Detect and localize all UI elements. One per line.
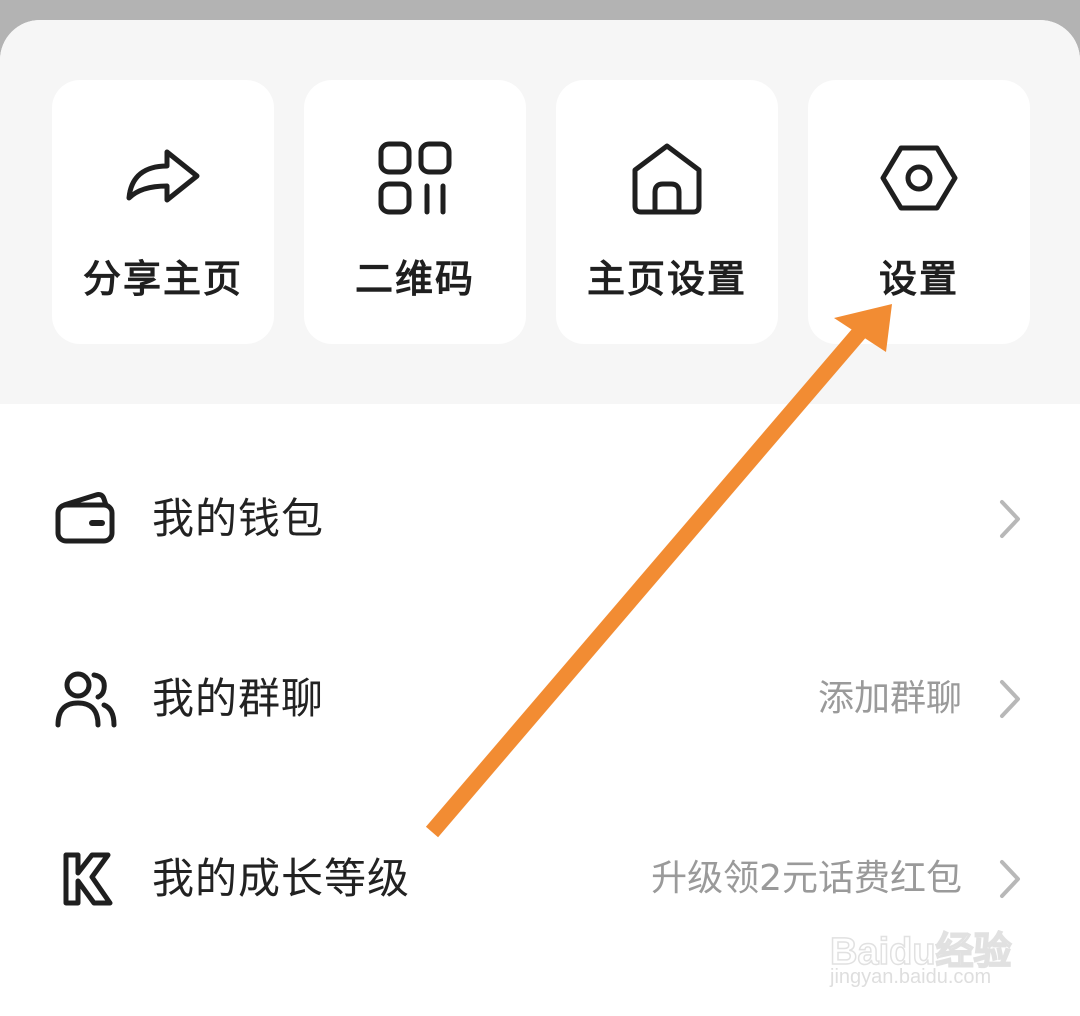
qr-code-label: 二维码	[354, 257, 475, 301]
settings-button[interactable]: 设置	[808, 80, 1030, 344]
homepage-settings-button[interactable]: 主页设置	[556, 80, 778, 344]
share-icon	[121, 136, 205, 220]
add-group-chat-link[interactable]: 添加群聊	[818, 674, 962, 724]
home-icon	[625, 136, 709, 220]
settings-label: 设置	[878, 257, 959, 301]
share-homepage-label: 分享主页	[82, 257, 243, 301]
homepage-settings-label: 主页设置	[586, 257, 747, 301]
growth-level-label: 我的成长等级	[152, 854, 411, 903]
group-chat-icon	[52, 669, 120, 729]
group-chat-label: 我的群聊	[152, 674, 325, 723]
wallet-label: 我的钱包	[152, 494, 325, 543]
qr-code-button[interactable]: 二维码	[304, 80, 526, 344]
bottom-sheet: 分享主页 二维码 主页设置 设置 我的钱包 我的群聊 添加群聊 我的成长等级 升…	[0, 20, 1080, 1016]
chevron-right-icon	[998, 498, 1022, 540]
growth-level-icon	[52, 849, 120, 909]
wallet-icon	[52, 489, 120, 549]
share-homepage-button[interactable]: 分享主页	[52, 80, 274, 344]
watermark-url: jingyan.baidu.com	[830, 966, 992, 988]
baidu-jingyan-watermark: Baidu经验 jingyan.baidu.com	[826, 892, 1026, 1000]
chevron-right-icon	[998, 678, 1022, 720]
menu-item-wallet[interactable]: 我的钱包	[0, 444, 1080, 594]
settings-icon	[877, 136, 961, 220]
quick-actions-panel: 分享主页 二维码 主页设置 设置	[0, 20, 1080, 404]
qr-code-icon	[373, 136, 457, 220]
menu-item-group-chat[interactable]: 我的群聊 添加群聊	[0, 624, 1080, 774]
